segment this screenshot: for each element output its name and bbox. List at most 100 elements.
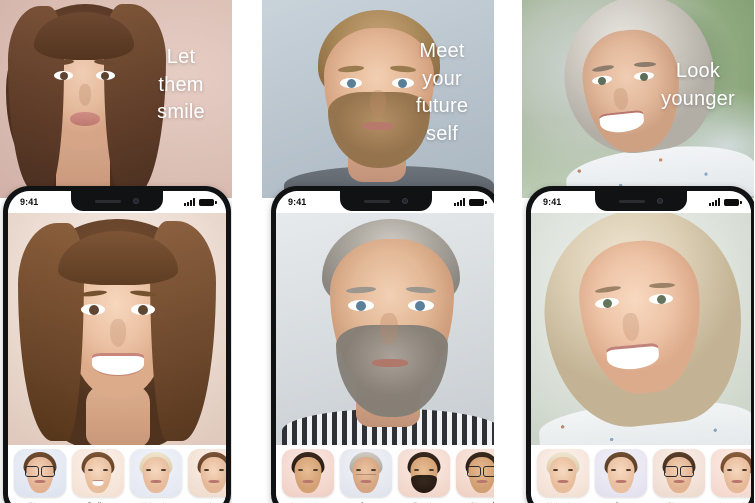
glasses-icon	[467, 466, 494, 477]
phone-mockup-3: 9:41	[526, 186, 754, 503]
earpiece-speaker-icon	[95, 199, 121, 203]
photo2-iris-left	[356, 301, 366, 311]
tool-item-beards[interactable]: Beards	[398, 449, 450, 503]
tool-item-glasses[interactable]: Glasses	[653, 449, 705, 503]
thumb-head	[549, 457, 577, 493]
thumbnail-impression[interactable]	[282, 449, 334, 497]
photo1-smile	[92, 353, 144, 375]
status-clock: 9:41	[20, 197, 39, 207]
phone-screen-2: 9:41	[276, 191, 494, 503]
tool-item-glasses[interactable]: Glasses	[14, 449, 66, 503]
tool-strip-2[interactable]: Impression	[276, 445, 494, 503]
thumbnail-hair-color[interactable]	[130, 449, 182, 497]
thumbnail-glasses[interactable]	[653, 449, 705, 497]
photo1-nose	[110, 319, 126, 347]
thumb-head	[200, 457, 226, 493]
phone-screen-3: 9:41	[531, 191, 751, 503]
status-indicators	[184, 198, 217, 206]
thumbnail-smile[interactable]	[72, 449, 124, 497]
phone-notch-1	[71, 191, 163, 211]
thumb-mouth	[476, 480, 488, 483]
tool-item-hair-color[interactable]: Hair color	[130, 449, 182, 503]
earpiece-speaker-icon	[364, 199, 390, 203]
photo2-nose	[380, 313, 398, 345]
thumb-mouth	[34, 480, 46, 483]
headline-panel-3: Look younger	[661, 60, 735, 110]
thumb-mouth	[208, 480, 220, 483]
thumb-mouth	[360, 480, 372, 483]
thumb-head	[294, 457, 322, 493]
editor-photo-1[interactable]	[8, 213, 226, 445]
status-indicators	[454, 198, 487, 206]
editor-photo-2[interactable]	[276, 213, 494, 445]
status-clock: 9:41	[543, 197, 562, 207]
thumb-head	[352, 457, 380, 493]
thumb-head	[142, 457, 170, 493]
headline-panel-1: Let them smile	[157, 46, 205, 124]
thumb-head	[607, 457, 635, 493]
thumb-wrinkle	[356, 474, 376, 475]
battery-icon	[469, 198, 487, 206]
tool-item-smiles[interactable]: Smiles	[72, 449, 124, 503]
hero3-iris-left	[598, 77, 606, 85]
hero2-nose	[370, 90, 386, 116]
photo2-mouth	[372, 359, 408, 367]
thumb-mouth	[302, 480, 314, 483]
editor-photo-3[interactable]	[531, 213, 751, 445]
store-screenshot-panel-1: Let them smile 9:41	[0, 0, 232, 503]
thumbnail-age[interactable]	[188, 449, 226, 497]
battery-icon	[199, 198, 217, 206]
photo3-iris-left	[603, 299, 612, 308]
hero1-lips	[70, 112, 100, 126]
front-camera-icon	[657, 198, 663, 204]
thumbnail-age[interactable]	[595, 449, 647, 497]
tool-item-age[interactable]: Age	[188, 449, 226, 503]
thumb-mouth	[731, 480, 743, 483]
tool-item-age[interactable]: Age	[340, 449, 392, 503]
thumb-mouth	[557, 480, 569, 483]
store-screenshot-panel-3: Look younger 9:41	[522, 0, 754, 503]
screenshot-gallery: Let them smile 9:41 Meet your future sel…	[0, 0, 755, 503]
tool-item-glasses[interactable]: Glasses	[456, 449, 494, 503]
thumb-smile	[92, 480, 104, 486]
hero1-iris-right	[101, 72, 109, 80]
photo1-iris-left	[89, 305, 99, 315]
photo1-iris-right	[138, 305, 148, 315]
tool-item-impression[interactable]: Impression	[282, 449, 334, 503]
thumbnail-beard[interactable]	[398, 449, 450, 497]
phone-mockup-1: 9:41	[3, 186, 231, 503]
tool-item-hair-colors[interactable]: Hair colors	[537, 449, 589, 503]
phone-notch-2	[340, 191, 432, 211]
photo3-iris-right	[657, 295, 666, 304]
hero2-mouth	[362, 122, 394, 130]
tool-item-age[interactable]: Age	[595, 449, 647, 503]
glasses-icon	[664, 466, 694, 477]
hero1-nose	[79, 84, 91, 106]
hero1-iris-left	[60, 72, 68, 80]
glasses-icon	[25, 466, 55, 477]
tool-strip-1[interactable]: Glasses Smiles	[8, 445, 226, 503]
thumb-head	[84, 457, 112, 493]
thumbnail-hair-color[interactable]	[537, 449, 589, 497]
front-camera-icon	[402, 198, 408, 204]
signal-bars-icon	[454, 198, 465, 206]
tool-strip-3[interactable]: Hair colors Age	[531, 445, 751, 503]
thumbnail-age[interactable]	[340, 449, 392, 497]
status-indicators	[709, 198, 742, 206]
thumb-mouth	[150, 480, 162, 483]
front-camera-icon	[133, 198, 139, 204]
store-screenshot-panel-2: Meet your future self 9:41	[262, 0, 494, 503]
thumb-mouth	[673, 480, 685, 483]
battery-icon	[724, 198, 742, 206]
signal-bars-icon	[184, 198, 195, 206]
status-clock: 9:41	[288, 197, 307, 207]
headline-panel-2: Meet your future self	[415, 40, 469, 145]
phone-mockup-2: 9:41	[271, 186, 494, 503]
thumbnail-glasses[interactable]	[14, 449, 66, 497]
thumb-mouth	[615, 480, 627, 483]
thumbnail-glasses[interactable]	[456, 449, 494, 497]
thumbnail-impression[interactable]	[711, 449, 751, 497]
phone-notch-3	[595, 191, 687, 211]
hero2-iris-left	[347, 79, 356, 88]
tool-item-impressions[interactable]: Impressions	[711, 449, 751, 503]
